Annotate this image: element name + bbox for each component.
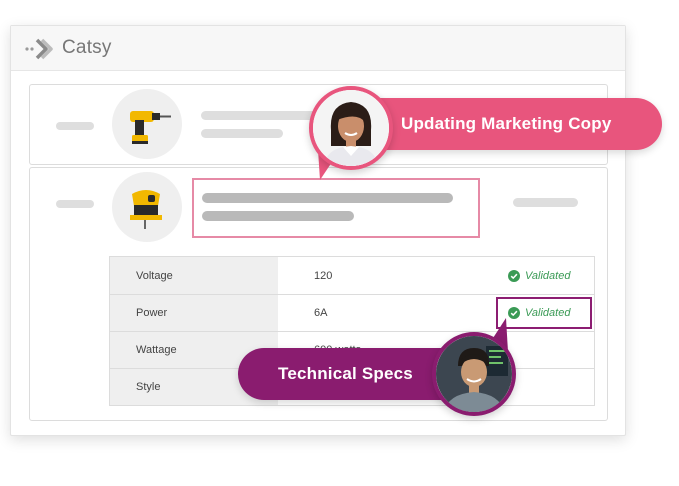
- marketing-copy-selection[interactable]: [192, 178, 480, 238]
- placeholder-bar: [56, 122, 94, 130]
- product-thumbnail: [112, 89, 182, 159]
- spec-label: Voltage: [110, 257, 278, 294]
- product-thumbnail: [112, 172, 182, 242]
- table-row[interactable]: Power 6A Validated: [110, 294, 594, 331]
- catsy-logo-icon: [25, 38, 53, 60]
- table-row[interactable]: Voltage 120 Validated: [110, 257, 594, 294]
- spec-value: 6A: [314, 307, 328, 319]
- status-text: Validated: [525, 307, 571, 319]
- placeholder-bar: [202, 193, 453, 203]
- validated-badge: Validated: [508, 295, 570, 331]
- placeholder-bar: [201, 129, 283, 138]
- placeholder-bar: [201, 111, 319, 120]
- marketing-callout: Updating Marketing Copy: [346, 98, 662, 150]
- placeholder-bar: [56, 200, 94, 208]
- woman-avatar-icon: [313, 90, 389, 166]
- app-name: Catsy: [62, 37, 112, 58]
- jigsaw-icon: [130, 190, 162, 229]
- placeholder-bar: [513, 198, 578, 207]
- engineer-avatar: [432, 332, 516, 416]
- check-circle-icon: [508, 269, 520, 282]
- title-bar: Catsy: [11, 26, 625, 71]
- status-text: Validated: [525, 269, 571, 282]
- spec-label: Power: [110, 295, 278, 331]
- marketer-avatar: [309, 86, 393, 170]
- cordless-drill-icon: [130, 111, 171, 144]
- marketing-callout-label: Updating Marketing Copy: [401, 114, 612, 133]
- man-avatar-icon: [436, 336, 512, 412]
- validated-badge: Validated: [508, 257, 570, 294]
- technical-callout-label: Technical Specs: [278, 364, 413, 383]
- placeholder-bar: [202, 211, 354, 221]
- spec-value: 120: [314, 269, 333, 282]
